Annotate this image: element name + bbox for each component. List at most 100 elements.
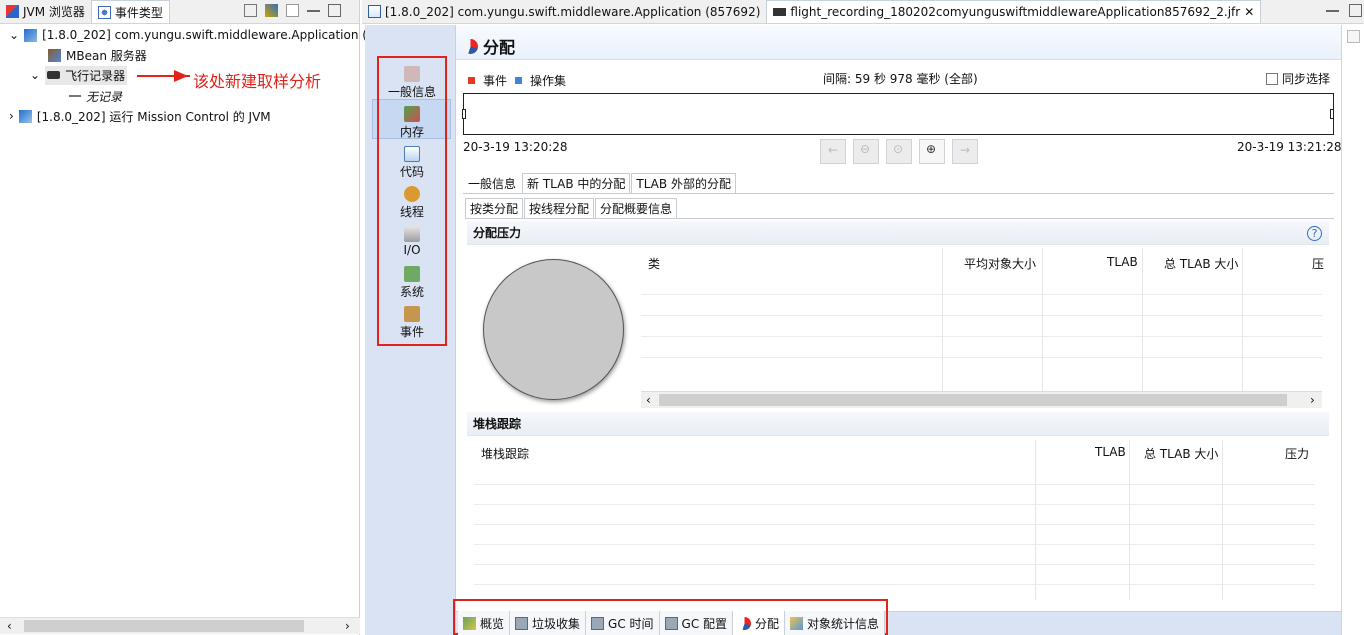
jvm-browser-icon bbox=[6, 5, 19, 18]
tree-mission-control-jvm[interactable]: › [1.8.0_202] 运行 Mission Control 的 JVM bbox=[9, 106, 271, 126]
zoom-in-button[interactable]: ⊕ bbox=[919, 139, 945, 164]
gc-config-icon bbox=[664, 616, 678, 630]
legend: 事件 操作集 bbox=[468, 72, 566, 89]
pressure-col-divider bbox=[942, 248, 943, 391]
side-nav-code[interactable]: 代码 bbox=[377, 141, 447, 179]
stack-col-tlab[interactable]: TLAB bbox=[1095, 445, 1126, 459]
side-nav-threads[interactable]: 线程 bbox=[377, 181, 447, 219]
stack-row-line bbox=[474, 484, 1315, 485]
tab-event-types[interactable]: 事件类型 bbox=[90, 0, 170, 23]
side-nav-io[interactable]: I/O bbox=[377, 221, 447, 259]
bottom-tab-gc-time[interactable]: GC 时间 bbox=[586, 611, 660, 635]
pressure-table-scrollbar[interactable]: ‹ › bbox=[641, 391, 1322, 408]
timeline-left-handle[interactable] bbox=[462, 109, 466, 119]
tree-jvm-app[interactable]: ⌄ [1.8.0_202] com.yungu.swift.middleware… bbox=[9, 25, 375, 45]
tab-jvm-browser[interactable]: JVM 浏览器 bbox=[0, 0, 91, 23]
thread-icon bbox=[404, 186, 420, 202]
tab-new-tlab[interactable]: 新 TLAB 中的分配 bbox=[522, 173, 631, 193]
next-button[interactable]: → bbox=[952, 139, 978, 164]
collapse-icon[interactable] bbox=[244, 4, 257, 17]
stack-col-divider bbox=[1129, 440, 1130, 600]
side-nav-events[interactable]: 事件 bbox=[377, 301, 447, 339]
tree-no-record: 无记录 bbox=[69, 86, 122, 106]
minimize-icon[interactable] bbox=[307, 4, 320, 12]
scroll-thumb[interactable] bbox=[659, 394, 1287, 406]
new-window-icon[interactable] bbox=[286, 4, 299, 17]
previous-button[interactable]: ← bbox=[820, 139, 846, 164]
tab-application[interactable]: [1.8.0_202] com.yungu.swift.middleware.A… bbox=[362, 0, 766, 23]
bottom-tabs: 概览 垃圾收集 GC 时间 GC 配置 分配 对象统计信息 bbox=[458, 611, 886, 635]
timeline-right-handle[interactable] bbox=[1330, 109, 1334, 119]
maximize-icon[interactable] bbox=[1349, 4, 1362, 17]
left-horizontal-scrollbar[interactable]: ‹ › bbox=[0, 617, 360, 634]
chevron-down-icon[interactable]: ⌄ bbox=[30, 68, 40, 82]
pressure-pie-chart bbox=[483, 259, 624, 400]
stack-col-pressure[interactable]: 压力 bbox=[1285, 445, 1309, 462]
zoom-range-button[interactable]: ⊙ bbox=[886, 139, 912, 164]
scroll-left-icon[interactable]: ‹ bbox=[7, 619, 12, 633]
allocation-icon bbox=[463, 38, 478, 54]
gc-icon bbox=[515, 616, 529, 630]
object-stats-icon bbox=[790, 616, 804, 630]
scroll-up-icon[interactable] bbox=[1347, 30, 1360, 43]
pressure-col-pressure[interactable]: 压 bbox=[1312, 255, 1324, 272]
stack-row-line bbox=[474, 584, 1315, 585]
annotation-arrowhead bbox=[174, 70, 188, 82]
stack-col-trace[interactable]: 堆栈跟踪 bbox=[481, 445, 529, 462]
tab-by-class[interactable]: 按类分配 bbox=[465, 198, 524, 218]
general-info-icon bbox=[404, 66, 420, 82]
pressure-row-line bbox=[641, 357, 1322, 358]
main-vertical-scrollbar[interactable] bbox=[1341, 25, 1364, 635]
sync-select-checkbox[interactable]: 同步选择 bbox=[1266, 70, 1330, 87]
event-icon bbox=[404, 306, 420, 322]
side-nav-system[interactable]: 系统 bbox=[377, 261, 447, 299]
stack-col-divider bbox=[1222, 440, 1223, 600]
filter-icon[interactable] bbox=[265, 4, 278, 17]
tab-outside-tlab[interactable]: TLAB 外部的分配 bbox=[631, 173, 736, 193]
timeline-range[interactable] bbox=[463, 93, 1334, 135]
tab-summary[interactable]: 分配概要信息 bbox=[595, 198, 678, 218]
tab-by-thread[interactable]: 按线程分配 bbox=[524, 198, 595, 218]
jvm-icon bbox=[24, 28, 38, 42]
page-title: 分配 bbox=[463, 34, 515, 58]
pressure-col-divider bbox=[1142, 248, 1143, 391]
pressure-row-line bbox=[641, 336, 1322, 337]
scroll-thumb[interactable] bbox=[24, 620, 304, 632]
maximize-icon[interactable] bbox=[328, 4, 341, 17]
checkbox-icon[interactable] bbox=[1266, 72, 1278, 85]
stack-row-line bbox=[474, 544, 1315, 545]
help-icon[interactable]: ? bbox=[1307, 226, 1322, 241]
pressure-col-class[interactable]: 类 bbox=[648, 255, 660, 272]
chevron-right-icon[interactable]: › bbox=[9, 109, 14, 123]
chevron-down-icon[interactable]: ⌄ bbox=[9, 28, 19, 42]
scroll-left-icon[interactable]: ‹ bbox=[646, 393, 651, 407]
tab-general-info[interactable]: 一般信息 bbox=[463, 173, 521, 193]
pressure-row-line bbox=[641, 315, 1322, 316]
editor-tabbar: [1.8.0_202] com.yungu.swift.middleware.A… bbox=[362, 0, 1364, 24]
bottom-tab-object-stats[interactable]: 对象统计信息 bbox=[785, 611, 886, 635]
tree-mbean[interactable]: MBean 服务器 bbox=[48, 45, 147, 65]
scroll-right-icon[interactable]: › bbox=[1310, 393, 1315, 407]
left-toolbar bbox=[244, 4, 341, 17]
pressure-col-total-tlab[interactable]: 总 TLAB 大小 bbox=[1164, 255, 1238, 272]
bottom-tab-gc[interactable]: 垃圾收集 bbox=[510, 611, 587, 635]
pressure-col-average-size[interactable]: 平均对象大小 bbox=[964, 255, 1036, 272]
stack-col-total-tlab[interactable]: 总 TLAB 大小 bbox=[1144, 445, 1218, 462]
side-nav-memory[interactable]: 内存 bbox=[377, 101, 447, 139]
arrow-left-icon: ← bbox=[828, 143, 839, 157]
bottom-tab-overview[interactable]: 概览 bbox=[458, 611, 511, 635]
bottom-tab-gc-config[interactable]: GC 配置 bbox=[659, 611, 734, 635]
allocation-icon bbox=[738, 616, 752, 630]
tree-flight-recorder[interactable]: ⌄ 飞行记录器 bbox=[30, 65, 128, 85]
zoom-out-button[interactable]: ⊖ bbox=[853, 139, 879, 164]
tab-flight-recording[interactable]: flight_recording_180202comyunguswiftmidd… bbox=[766, 0, 1262, 23]
close-icon[interactable]: ✕ bbox=[1244, 5, 1254, 19]
bottom-tab-allocation[interactable]: 分配 bbox=[733, 611, 786, 635]
minimize-icon[interactable] bbox=[1326, 4, 1339, 12]
pressure-col-tlab[interactable]: TLAB bbox=[1107, 255, 1138, 269]
operation-color-icon bbox=[515, 77, 523, 84]
editor-window-controls bbox=[1326, 4, 1362, 17]
scroll-right-icon[interactable]: › bbox=[345, 619, 350, 633]
pressure-row-line bbox=[641, 294, 1322, 295]
side-nav-general-info[interactable]: 一般信息 bbox=[377, 61, 447, 99]
